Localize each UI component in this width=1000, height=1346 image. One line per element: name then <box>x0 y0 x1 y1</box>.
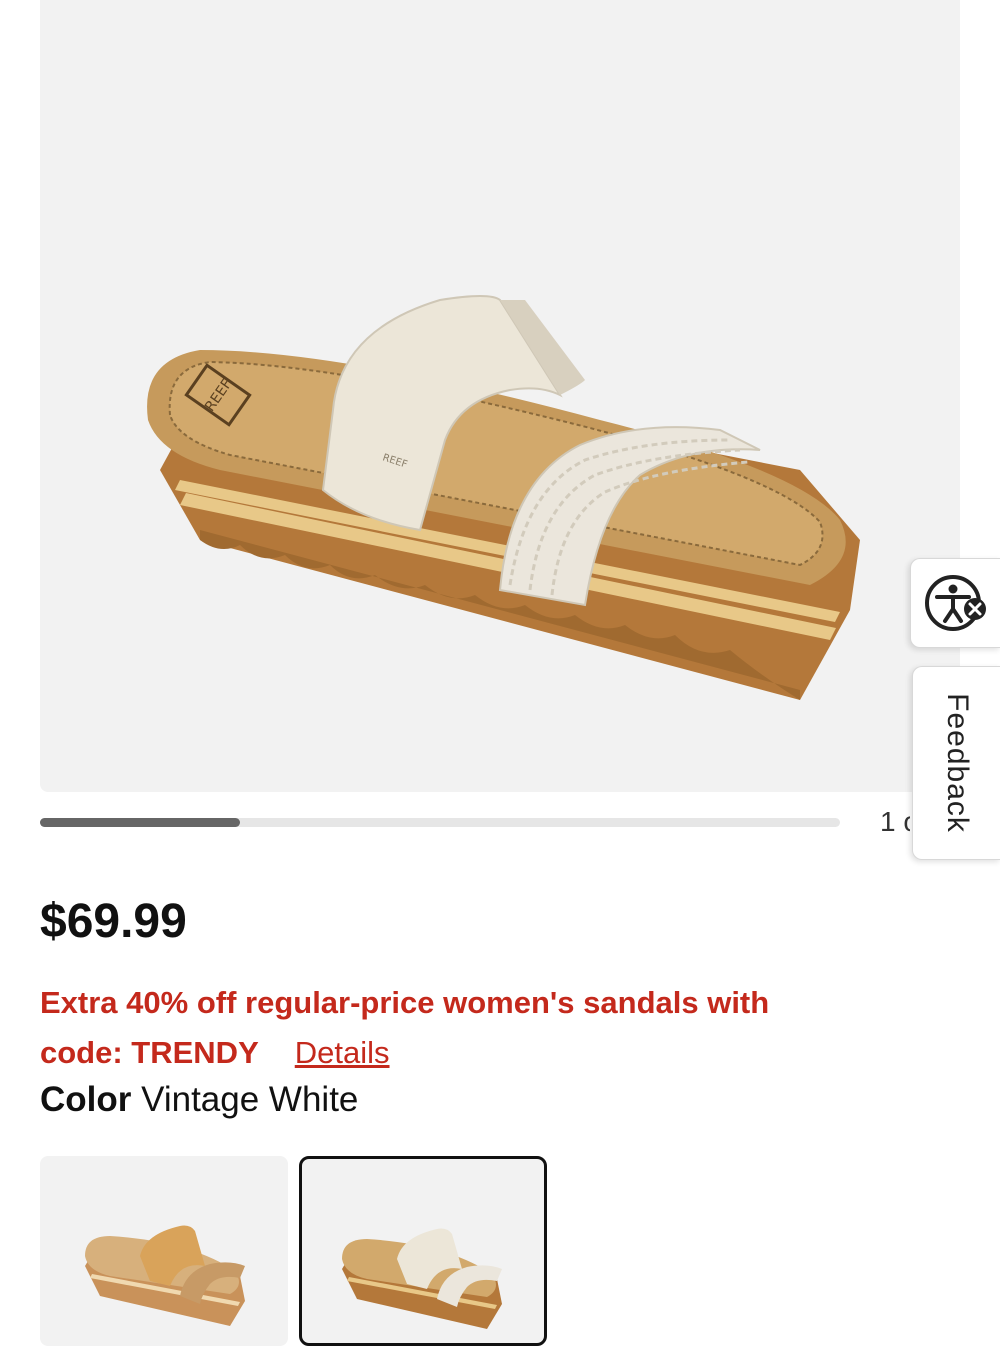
swatch-tan-image <box>85 1225 245 1326</box>
color-swatch-tan[interactable] <box>40 1156 288 1346</box>
feedback-label: Feedback <box>941 693 974 833</box>
color-label: Color <box>40 1080 132 1119</box>
color-value: Vintage White <box>141 1080 359 1119</box>
product-price: $69.99 <box>40 895 187 948</box>
carousel-progress-fill <box>40 818 240 827</box>
carousel-counter: 1 of 4 <box>880 806 910 837</box>
swatch-vintage-white-image <box>342 1228 502 1329</box>
sandal-image: REEF REEF <box>147 295 860 700</box>
promo-line-1: Extra 40% off regular-price women's sand… <box>40 985 770 1020</box>
feedback-tab[interactable]: Feedback <box>912 666 1000 860</box>
promo-details-link[interactable]: Details <box>295 1035 390 1070</box>
promo-line-2: code: TRENDY <box>40 1035 259 1070</box>
accessibility-widget-button[interactable] <box>910 558 1000 648</box>
color-swatch-vintage-white[interactable] <box>299 1156 547 1346</box>
product-image[interactable]: REEF REEF <box>40 0 960 792</box>
accessibility-icon <box>925 575 986 631</box>
carousel-progress[interactable] <box>40 818 840 827</box>
color-selection: Color Vintage White <box>40 1080 358 1120</box>
promo-message: Extra 40% off regular-price women's sand… <box>40 978 920 1078</box>
